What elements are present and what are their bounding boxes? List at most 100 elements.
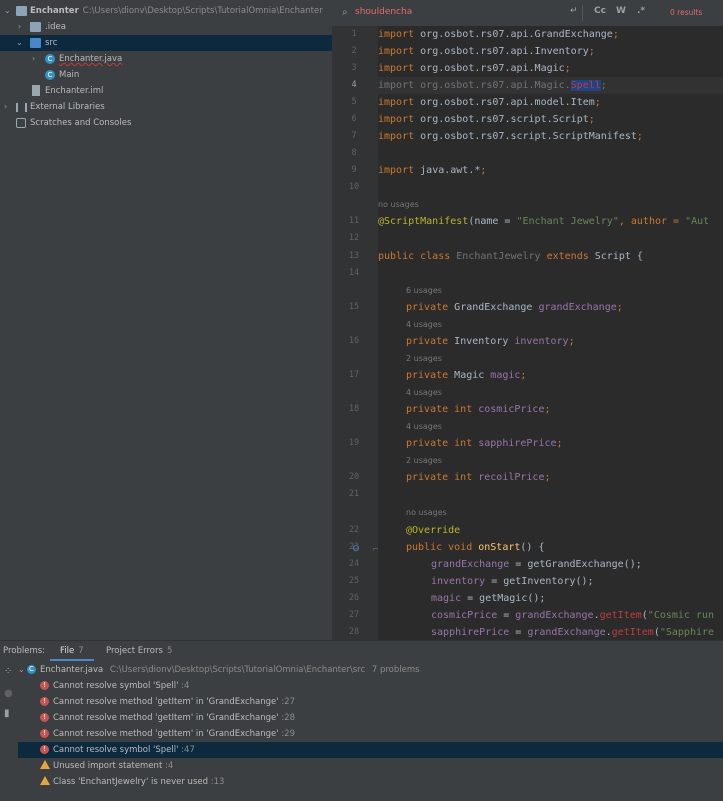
code-line: cosmicPrice = grandExchange.getItem("Cos…	[431, 610, 715, 621]
tree-row-src[interactable]: ⌄ src	[0, 35, 332, 51]
chevron-down-icon[interactable]: ⌄	[4, 3, 11, 19]
usage-hint[interactable]: 2 usages	[406, 456, 442, 465]
project-root-path: C:\Users\dionv\Desktop\Scripts\TutorialO…	[82, 6, 323, 16]
problem-text: Cannot resolve symbol 'Spell'	[53, 745, 179, 755]
group-by-icon[interactable]: ⁘	[4, 667, 14, 677]
problems-title: Problems:	[3, 646, 46, 656]
separator	[582, 5, 583, 21]
usage-hint[interactable]: 6 usages	[406, 286, 442, 295]
error-icon: !	[40, 681, 49, 690]
tree-row-root[interactable]: ⌄ Enchanter C:\Users\dionv\Desktop\Script…	[0, 3, 332, 19]
tree-row-idea[interactable]: › .idea	[0, 19, 332, 35]
warning-icon	[40, 776, 50, 785]
match-case-button[interactable]: Cc	[594, 6, 606, 16]
code-line: import org.osbot.rs07.script.Script;	[378, 114, 595, 125]
problem-item[interactable]: ! Cannot resolve symbol 'Spell' :4	[18, 678, 723, 694]
problem-text: Unused import statement	[53, 761, 163, 771]
tree-row-scratches[interactable]: Scratches and Consoles	[0, 115, 332, 131]
find-bar: ⌕ shouldencha ↵ Cc W .* 0 results	[332, 0, 723, 27]
chevron-down-icon[interactable]: ⌄	[18, 662, 25, 678]
line-number: 11	[348, 216, 360, 226]
line-number: 13	[348, 251, 360, 261]
problem-item[interactable]: ! Cannot resolve method 'getItem' in 'Gra…	[18, 726, 723, 742]
problem-location: :4	[164, 761, 174, 771]
code-editor[interactable]: import org.osbot.rs07.api.GrandExchange;…	[378, 26, 723, 640]
problem-location: :13	[210, 777, 225, 787]
problems-side-toolbar: ⁘ ● ▮	[0, 661, 18, 801]
error-icon: !	[40, 729, 49, 738]
usage-hint[interactable]: 4 usages	[406, 320, 442, 329]
java-class-icon: C	[45, 70, 55, 80]
problem-item[interactable]: ! Cannot resolve method 'getItem' in 'Gra…	[18, 710, 723, 726]
error-icon: !	[40, 745, 49, 754]
problem-location: :27	[281, 697, 295, 707]
regex-button[interactable]: .*	[637, 6, 645, 16]
code-line: inventory = getInventory();	[431, 576, 594, 587]
code-line: private int sapphirePrice;	[406, 438, 563, 449]
find-input[interactable]: ⌕ shouldencha	[342, 4, 592, 22]
chevron-right-icon[interactable]: ›	[4, 99, 7, 115]
code-line: sapphirePrice = grandExchange.getItem("S…	[431, 627, 715, 638]
usage-hint[interactable]: 4 usages	[406, 422, 442, 431]
usage-hint[interactable]: no usages	[406, 508, 447, 517]
problem-text: Class 'EnchantJewelry' is never used	[53, 777, 208, 787]
preview-icon[interactable]: ▮	[4, 709, 14, 719]
line-number: 26	[348, 593, 360, 603]
tab-project-errors[interactable]: Project Errors 5	[106, 641, 172, 661]
tree-item-src-label: src	[45, 38, 58, 48]
chevron-right-icon[interactable]: ›	[18, 19, 21, 35]
line-number: 16	[348, 336, 360, 346]
line-number: 6	[351, 114, 357, 124]
line-number: 21	[348, 489, 360, 499]
code-line: import org.osbot.rs07.script.ScriptManif…	[378, 131, 643, 142]
usage-hint[interactable]: 2 usages	[406, 354, 442, 363]
tree-row-iml[interactable]: Enchanter.iml	[0, 83, 332, 99]
code-line: import org.osbot.rs07.api.Magic;	[378, 63, 571, 74]
module-file-icon	[32, 85, 40, 96]
problem-item[interactable]: ! Cannot resolve method 'getItem' in 'Gra…	[18, 694, 723, 710]
problems-file-name: Enchanter.java	[40, 665, 104, 675]
line-number: 22	[348, 525, 360, 535]
line-number: 17	[348, 370, 360, 380]
words-button[interactable]: W	[616, 6, 626, 16]
problem-location: :47	[181, 745, 195, 755]
lightbulb-icon[interactable]: ●	[4, 689, 14, 699]
code-line: @Override	[406, 525, 461, 536]
code-line-current: import org.osbot.rs07.api.Magic.Spell;	[378, 77, 723, 94]
problems-file-row[interactable]: ⌄ C Enchanter.java C:\Users\dionv\Deskto…	[18, 662, 723, 678]
code-line: private Magic magic;	[406, 370, 527, 381]
line-number: 1	[351, 29, 357, 39]
line-number: 9	[351, 165, 357, 175]
chevron-right-icon[interactable]: ›	[32, 51, 35, 67]
library-icon	[16, 103, 27, 112]
tree-row-external-libraries[interactable]: › External Libraries	[0, 99, 332, 115]
code-line: private GrandExchange grandExchange;	[406, 302, 623, 313]
tree-item-scratches-label: Scratches and Consoles	[30, 118, 132, 128]
tree-row-enchanter-java[interactable]: › C Enchanter.java	[0, 51, 332, 67]
code-line: magic = getMagic();	[431, 593, 546, 604]
warning-icon	[40, 760, 50, 769]
tree-row-main[interactable]: C Main	[0, 67, 332, 83]
line-number: 15	[348, 302, 360, 312]
chevron-down-icon[interactable]: ⌄	[16, 35, 23, 51]
code-line: public void onStart() {	[406, 542, 545, 553]
problem-text: Cannot resolve method 'getItem' in 'Gran…	[53, 729, 279, 739]
usage-hint[interactable]: 4 usages	[406, 388, 442, 397]
problems-file-count: 7 problems	[371, 665, 420, 675]
code-line: private Inventory inventory;	[406, 336, 575, 347]
java-class-icon: C	[27, 665, 36, 674]
problem-location: :29	[281, 729, 295, 739]
tab-file[interactable]: File 7	[50, 641, 94, 661]
java-class-icon: C	[45, 54, 55, 64]
project-root-label: Enchanter	[30, 6, 79, 16]
problem-item[interactable]: Class 'EnchantJewelry' is never used :13	[18, 774, 723, 790]
usage-hint[interactable]: no usages	[378, 200, 419, 209]
line-number: 8	[351, 148, 357, 158]
search-results-count: 0 results	[670, 8, 703, 17]
problem-item-selected[interactable]: ! Cannot resolve symbol 'Spell' :47	[18, 742, 723, 758]
new-line-icon[interactable]: ↵	[570, 6, 578, 16]
problem-item[interactable]: Unused import statement :4	[18, 758, 723, 774]
tree-item-iml-label: Enchanter.iml	[45, 86, 104, 96]
code-line: grandExchange = getGrandExchange();	[431, 559, 642, 570]
tree-item-enchanter-java-label: Enchanter.java	[59, 54, 123, 64]
